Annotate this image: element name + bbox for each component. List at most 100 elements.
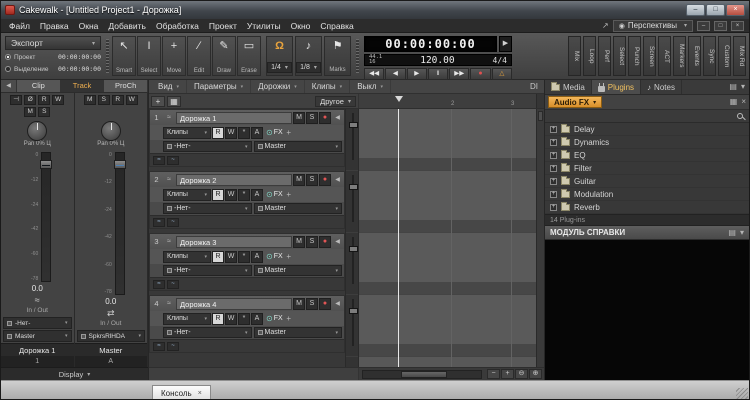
automation-icon[interactable]: ~ bbox=[167, 156, 179, 165]
clips-splitter[interactable] bbox=[536, 109, 544, 367]
track-output-select[interactable]: Master bbox=[254, 265, 343, 276]
automation-write-button[interactable]: W bbox=[225, 189, 237, 201]
module-tab[interactable]: Sync bbox=[703, 36, 716, 76]
mini-fader[interactable] bbox=[346, 295, 358, 357]
expand-icon[interactable]: ↗ bbox=[602, 21, 609, 31]
menu-item[interactable]: Утилиты bbox=[242, 21, 286, 31]
tree-folder[interactable]: Delay bbox=[545, 123, 749, 136]
snap-magnet-icon[interactable]: Ω bbox=[275, 39, 284, 53]
add-fx-button[interactable]: + bbox=[284, 252, 294, 261]
duration-control[interactable]: ♪ 1/8 bbox=[295, 36, 322, 76]
grid-icon[interactable]: ▤ bbox=[728, 228, 736, 238]
module-tab[interactable]: Events bbox=[688, 36, 701, 76]
fx-star-button[interactable]: * bbox=[238, 313, 250, 325]
resize-grip[interactable] bbox=[736, 388, 748, 400]
transport-button[interactable]: ‖ bbox=[428, 68, 448, 80]
record-arm-button[interactable]: ● bbox=[319, 298, 331, 310]
zoom-in-button[interactable]: + bbox=[501, 369, 514, 379]
radio-icon[interactable] bbox=[5, 66, 11, 72]
mute-button[interactable]: M bbox=[293, 174, 305, 186]
fx-star-button[interactable]: * bbox=[238, 189, 250, 201]
strip-button[interactable]: S bbox=[38, 107, 50, 117]
strip-name[interactable]: Master bbox=[75, 343, 148, 356]
playhead[interactable] bbox=[398, 109, 399, 367]
strip-button[interactable]: ⊣ bbox=[10, 95, 22, 105]
snap-control[interactable]: Ω 1/4 bbox=[266, 36, 293, 76]
automation-icon[interactable]: ≈ bbox=[153, 342, 165, 351]
solo-button[interactable]: S bbox=[306, 174, 318, 186]
automation-read-button[interactable]: R bbox=[212, 251, 224, 263]
minimize-button[interactable]: – bbox=[686, 4, 705, 16]
automation-write-button[interactable]: W bbox=[225, 127, 237, 139]
scrollbar-thumb[interactable] bbox=[401, 371, 447, 378]
close-icon[interactable]: × bbox=[198, 390, 202, 397]
dropdown-icon[interactable]: ▾ bbox=[740, 228, 744, 238]
clips-dropdown[interactable]: Клипы bbox=[163, 189, 211, 201]
automation-icon[interactable]: ~ bbox=[167, 218, 179, 227]
track-block[interactable]: 2 ≈ Дорожка 2 M S ● ◀ Клипы R bbox=[149, 171, 345, 229]
panel-icon[interactable]: ▦ bbox=[730, 97, 738, 107]
assign-button[interactable]: A bbox=[251, 127, 263, 139]
module-tab[interactable]: Mix Rd bbox=[733, 36, 746, 76]
automation-icon[interactable]: ≈ bbox=[153, 156, 165, 165]
track-lane[interactable] bbox=[359, 109, 536, 171]
view-menu-item[interactable]: Параметры bbox=[187, 80, 251, 93]
module-tab[interactable]: Punch bbox=[628, 36, 641, 76]
pan-knob[interactable] bbox=[101, 121, 121, 141]
record-arm-button[interactable]: ● bbox=[319, 174, 331, 186]
strip-button[interactable]: R bbox=[38, 95, 50, 105]
track-lane[interactable] bbox=[359, 295, 536, 357]
tool-button[interactable]: ↖ Smart bbox=[112, 36, 136, 76]
pan-knob[interactable] bbox=[27, 121, 47, 141]
track-name[interactable]: Дорожка 1 bbox=[176, 112, 292, 124]
transport-button[interactable]: ◀ bbox=[385, 68, 405, 80]
close-button[interactable]: × bbox=[726, 4, 745, 16]
automation-read-button[interactable]: R bbox=[212, 313, 224, 325]
add-fx-button[interactable]: + bbox=[284, 128, 294, 137]
tool-button[interactable]: I Select bbox=[137, 36, 161, 76]
horizontal-scrollbar[interactable] bbox=[362, 370, 482, 379]
mini-fader[interactable] bbox=[346, 171, 358, 233]
module-tab[interactable]: Loop bbox=[583, 36, 596, 76]
tree-folder[interactable]: Filter bbox=[545, 162, 749, 175]
tempo-value[interactable]: 120.00 bbox=[387, 55, 487, 66]
clips-dropdown[interactable]: Клипы bbox=[163, 313, 211, 325]
view-menu-item[interactable]: Вид bbox=[151, 80, 187, 93]
module-tab[interactable]: Markers bbox=[673, 36, 686, 76]
expand-icon[interactable] bbox=[550, 165, 557, 172]
time-signature[interactable]: 4/4 bbox=[493, 56, 507, 65]
automation-icon[interactable]: ~ bbox=[167, 280, 179, 289]
menu-item[interactable]: Файл bbox=[4, 21, 35, 31]
fx-label[interactable]: FX bbox=[274, 315, 283, 322]
track-lane[interactable] bbox=[359, 171, 536, 233]
mini-fader[interactable] bbox=[346, 109, 358, 171]
expand-icon[interactable] bbox=[550, 204, 557, 211]
track-name[interactable]: Дорожка 3 bbox=[176, 236, 292, 248]
fx-power-icon[interactable]: ⊙ bbox=[266, 314, 273, 323]
transport-button[interactable]: ▶▶ bbox=[449, 68, 469, 80]
view-menu-extra[interactable]: DI bbox=[526, 82, 542, 91]
automation-icon[interactable]: ~ bbox=[167, 342, 179, 351]
add-track-button[interactable]: + bbox=[151, 96, 165, 107]
collapse-icon[interactable]: ◀ bbox=[1, 80, 17, 92]
assign-button[interactable]: A bbox=[251, 189, 263, 201]
play-indicator-icon[interactable]: ▶ bbox=[499, 36, 512, 52]
fx-power-icon[interactable]: ⊙ bbox=[266, 252, 273, 261]
track-input-select[interactable]: -Нет- bbox=[163, 203, 252, 214]
tool-button[interactable]: ∕ Edit bbox=[187, 36, 211, 76]
route-select[interactable]: Master bbox=[3, 330, 72, 342]
tree-folder[interactable]: Dynamics bbox=[545, 136, 749, 149]
automation-read-button[interactable]: R bbox=[212, 189, 224, 201]
menu-item[interactable]: Справка bbox=[315, 21, 358, 31]
tree-folder[interactable]: EQ bbox=[545, 149, 749, 162]
grid-icon[interactable]: ▤ bbox=[729, 82, 737, 92]
now-marker[interactable] bbox=[395, 96, 403, 106]
fx-star-button[interactable]: * bbox=[238, 127, 250, 139]
tool-button[interactable]: ✎ Draw bbox=[212, 36, 236, 76]
volume-value[interactable]: 0.0 bbox=[1, 284, 74, 295]
automation-read-button[interactable]: R bbox=[212, 127, 224, 139]
record-arm-button[interactable]: ● bbox=[319, 236, 331, 248]
module-tab[interactable]: Select bbox=[613, 36, 626, 76]
track-block[interactable]: 3 ≈ Дорожка 3 M S ● ◀ Клипы R bbox=[149, 233, 345, 291]
volume-value[interactable]: 0.0 bbox=[75, 297, 148, 308]
